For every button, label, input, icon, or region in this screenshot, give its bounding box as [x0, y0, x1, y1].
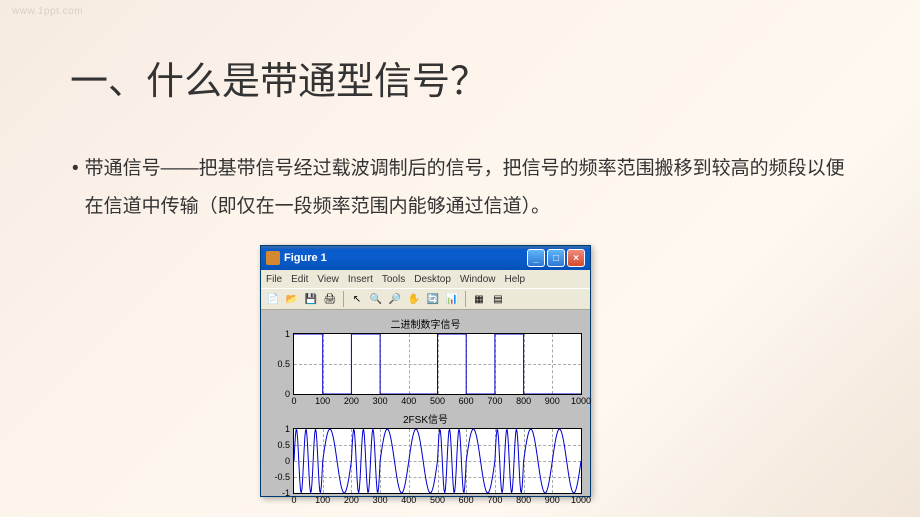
- menu-window[interactable]: Window: [460, 274, 496, 285]
- minimize-button[interactable]: _: [527, 249, 545, 267]
- separator: [343, 291, 344, 307]
- pan-icon[interactable]: ✋: [406, 291, 422, 307]
- legend-icon[interactable]: ▤: [490, 291, 506, 307]
- slide-title: 一、什么是带通型信号？: [70, 50, 488, 105]
- matlab-icon: [266, 251, 280, 265]
- plot-area: 二进制数字信号 00.51010020030040050060070080090…: [261, 310, 590, 496]
- window-title: Figure 1: [284, 252, 527, 264]
- pointer-icon[interactable]: ↖: [349, 291, 365, 307]
- menu-file[interactable]: File: [266, 274, 282, 285]
- menu-edit[interactable]: Edit: [291, 274, 308, 285]
- chart-1: 二进制数字信号 00.51010020030040050060070080090…: [269, 316, 582, 395]
- close-button[interactable]: ×: [567, 249, 585, 267]
- bullet-marker: •: [72, 150, 79, 226]
- slide-content: • 带通信号——把基带信号经过载波调制后的信号，把信号的频率范围搬移到较高的频段…: [72, 150, 860, 226]
- menu-desktop[interactable]: Desktop: [414, 274, 451, 285]
- chart-2-title: 2FSK信号: [269, 411, 582, 426]
- colorbar-icon[interactable]: ▦: [471, 291, 487, 307]
- menu-help[interactable]: Help: [505, 274, 526, 285]
- zoom-in-icon[interactable]: 🔍: [368, 291, 384, 307]
- menu-bar: File Edit View Insert Tools Desktop Wind…: [261, 270, 590, 288]
- menu-tools[interactable]: Tools: [382, 274, 405, 285]
- print-icon[interactable]: 🖨: [322, 291, 338, 307]
- menu-view[interactable]: View: [317, 274, 339, 285]
- chart-1-title: 二进制数字信号: [269, 316, 582, 331]
- chart-2-box: -1-0.500.5101002003004005006007008009001…: [293, 428, 582, 494]
- new-icon[interactable]: 📄: [265, 291, 281, 307]
- chart-1-box: 00.5101002003004005006007008009001000: [293, 333, 582, 395]
- rotate-icon[interactable]: 🔄: [425, 291, 441, 307]
- zoom-out-icon[interactable]: 🔎: [387, 291, 403, 307]
- datacursor-icon[interactable]: 📊: [444, 291, 460, 307]
- open-icon[interactable]: 📂: [284, 291, 300, 307]
- save-icon[interactable]: 💾: [303, 291, 319, 307]
- chart-2: 2FSK信号 -1-0.500.510100200300400500600700…: [269, 411, 582, 494]
- content-text: 带通信号——把基带信号经过载波调制后的信号，把信号的频率范围搬移到较高的频段以便…: [85, 150, 860, 226]
- menu-insert[interactable]: Insert: [348, 274, 373, 285]
- toolbar: 📄 📂 💾 🖨 ↖ 🔍 🔎 ✋ 🔄 📊 ▦ ▤: [261, 288, 590, 310]
- window-titlebar: Figure 1 _ □ ×: [261, 246, 590, 270]
- figure-window: Figure 1 _ □ × File Edit View Insert Too…: [260, 245, 591, 497]
- window-buttons: _ □ ×: [527, 249, 585, 267]
- separator: [465, 291, 466, 307]
- maximize-button[interactable]: □: [547, 249, 565, 267]
- watermark-text: www.1ppt.com: [12, 6, 83, 17]
